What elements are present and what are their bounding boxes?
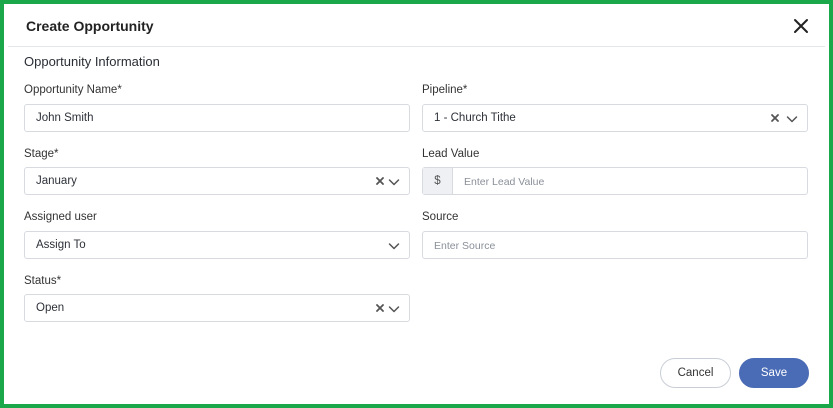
stage-value: January — [36, 175, 77, 187]
status-label: Status* — [24, 275, 62, 287]
clear-x-icon[interactable] — [375, 303, 385, 313]
clear-x-icon[interactable] — [375, 176, 385, 186]
dialog-title: Create Opportunity — [26, 18, 154, 34]
pipeline-value: 1 - Church Tithe — [434, 112, 516, 124]
chevron-down-icon[interactable] — [388, 240, 400, 252]
close-button[interactable] — [791, 16, 811, 36]
chevron-down-icon[interactable] — [786, 113, 798, 125]
chevron-down-icon[interactable] — [388, 176, 400, 188]
source-field[interactable]: Enter Source — [422, 231, 808, 259]
stage-select[interactable]: January — [24, 167, 410, 195]
save-button[interactable]: Save — [739, 358, 809, 388]
assigned-user-value: Assign To — [36, 239, 86, 251]
section-title: Opportunity Information — [24, 54, 160, 69]
status-value: Open — [36, 302, 65, 314]
source-label: Source — [422, 211, 459, 223]
lead-value-placeholder: Enter Lead Value — [464, 176, 545, 188]
assigned-user-select[interactable]: Assign To — [24, 231, 410, 259]
lead-value-label: Lead Value — [422, 148, 480, 160]
status-select[interactable]: Open — [24, 294, 410, 322]
opportunity-name-field[interactable]: John Smith — [24, 104, 410, 132]
lead-value-field[interactable]: $ Enter Lead Value — [422, 167, 808, 195]
close-icon — [794, 19, 808, 33]
source-placeholder: Enter Source — [434, 240, 496, 252]
pipeline-label: Pipeline* — [422, 84, 468, 96]
opportunity-name-value: John Smith — [36, 112, 94, 124]
pipeline-select[interactable]: 1 - Church Tithe — [422, 104, 808, 132]
stage-label: Stage* — [24, 148, 59, 160]
cancel-button[interactable]: Cancel — [660, 358, 731, 388]
chevron-down-icon[interactable] — [388, 303, 400, 315]
clear-x-icon[interactable] — [770, 113, 780, 123]
opportunity-name-label: Opportunity Name* — [24, 84, 122, 96]
assigned-user-label: Assigned user — [24, 211, 97, 223]
currency-prefix: $ — [423, 168, 453, 194]
dialog-header: Create Opportunity — [8, 8, 825, 47]
